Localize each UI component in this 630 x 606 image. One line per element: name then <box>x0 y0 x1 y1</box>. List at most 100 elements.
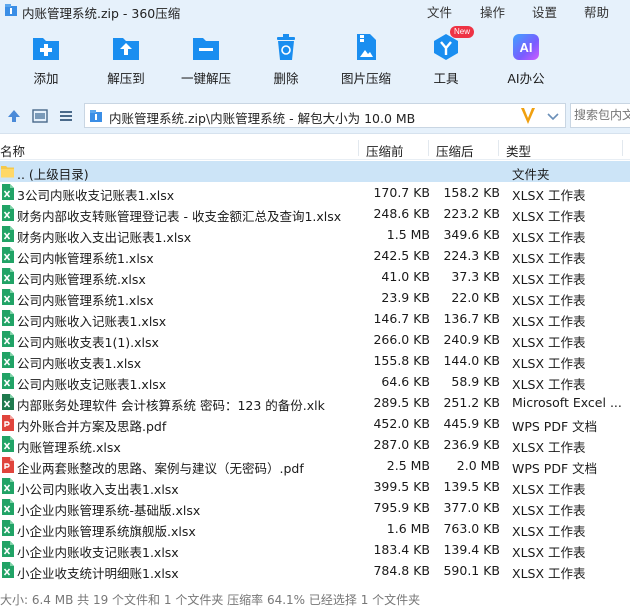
file-type: 文件夹 <box>512 167 550 182</box>
file-name: 3公司内账收支记账表1.xlsx <box>17 188 175 203</box>
file-row[interactable]: 小企业收支统计明细账1.xlsx 784.8 KB 590.1 KB XLSX 工作表 <box>0 560 630 581</box>
address-box[interactable]: 内账管理系统.zip\内账管理系统 - 解包大小为 10.0 MB <box>84 103 566 128</box>
compressed-size: 763.0 KB <box>443 521 500 536</box>
compressed-size: 37.3 KB <box>451 269 500 284</box>
file-row[interactable]: 公司内账收支表1.xlsx 155.8 KB 144.0 KB XLSX 工作表 <box>0 350 630 371</box>
file-name: .. (上级目录) <box>17 167 89 182</box>
tools-button[interactable]: New 工具 <box>410 26 482 92</box>
file-row[interactable]: 内部账务处理软件 会计核算系统 密码：123 的备份.xlk 289.5 KB 25… <box>0 392 630 413</box>
compressed-size: 22.0 KB <box>451 290 500 305</box>
original-size: 452.0 KB <box>373 416 430 431</box>
file-type: XLSX 工作表 <box>512 272 586 287</box>
file-name: 公司内账收入记账表1.xlsx <box>17 314 167 329</box>
xlsx-file-icon <box>2 268 14 284</box>
file-type: XLSX 工作表 <box>512 314 586 329</box>
file-row[interactable]: 公司内账收支记账表1.xlsx 64.6 KB 58.9 KB XLSX 工作表 <box>0 371 630 392</box>
add-icon <box>33 38 59 60</box>
file-name: 公司内账收支表1(1).xlsx <box>17 335 159 350</box>
file-type: XLSX 工作表 <box>512 503 586 518</box>
chevron-down-icon[interactable] <box>547 113 559 121</box>
file-name: 小企业收支统计明细账1.xlsx <box>17 566 179 581</box>
xlsx-file-icon <box>2 499 14 515</box>
image-compress-button[interactable]: 图片压缩 <box>330 32 402 92</box>
compressed-size: 240.9 KB <box>443 332 500 347</box>
column-name[interactable]: 名称 <box>0 141 25 160</box>
app-logo-icon <box>5 4 17 16</box>
file-row[interactable]: 财务内账收入支出记账表1.xlsx 1.5 MB 349.6 KB XLSX 工作表 <box>0 224 630 245</box>
file-row[interactable]: 公司内账管理系统1.xlsx 23.9 KB 22.0 KB XLSX 工作表 <box>0 287 630 308</box>
file-row[interactable]: 小企业内账管理系统旗舰版.xlsx 1.6 MB 763.0 KB XLSX 工作表 <box>0 518 630 539</box>
file-name: 公司内账收支表1.xlsx <box>17 356 142 371</box>
file-type: XLSX 工作表 <box>512 293 586 308</box>
file-row[interactable]: 内外账合并方案及思路.pdf 452.0 KB 445.9 KB WPS PDF 文档 <box>0 413 630 434</box>
compressed-size: 158.2 KB <box>443 185 500 200</box>
column-compressed-size[interactable]: 压缩后 <box>436 141 474 160</box>
original-size: 183.4 KB <box>373 542 430 557</box>
file-name: 内账管理系统.xlsx <box>17 440 121 455</box>
xlsx-file-icon <box>2 247 14 263</box>
file-name: 小公司内账收入支出表1.xlsx <box>17 482 179 497</box>
file-type: XLSX 工作表 <box>512 524 586 539</box>
column-original-size[interactable]: 压缩前 <box>366 141 404 160</box>
address-bar-row: 内账管理系统.zip\内账管理系统 - 解包大小为 10.0 MB <box>0 98 630 134</box>
one-click-extract-button[interactable]: 一键解压 <box>170 32 242 92</box>
column-type[interactable]: 类型 <box>506 141 531 160</box>
file-row[interactable]: 公司内账收入记账表1.xlsx 146.7 KB 136.7 KB XLSX 工作表 <box>0 308 630 329</box>
original-size: 287.0 KB <box>373 437 430 452</box>
extract-to-button[interactable]: 解压到 <box>90 32 162 92</box>
file-row[interactable]: 内账管理系统.xlsx 287.0 KB 236.9 KB XLSX 工作表 <box>0 434 630 455</box>
column-header: 名称 压缩前 压缩后 类型 <box>0 136 630 160</box>
file-name: 公司内账管理系统.xlsx <box>17 272 146 287</box>
search-box[interactable] <box>570 103 630 128</box>
file-row[interactable]: 财务内部收支转账管理登记表 - 收支金额汇总及查询1.xlsx 248.6 KB 2… <box>0 203 630 224</box>
original-size: 146.7 KB <box>373 311 430 326</box>
ai-office-button[interactable]: AI AI办公 <box>490 32 562 92</box>
file-row[interactable]: 公司内账管理系统.xlsx 41.0 KB 37.3 KB XLSX 工作表 <box>0 266 630 287</box>
column-divider[interactable] <box>622 140 623 156</box>
view-mode-icon[interactable] <box>32 108 48 124</box>
menu-operate[interactable]: 操作 <box>480 2 505 21</box>
compressed-size: 136.7 KB <box>443 311 500 326</box>
ai-office-icon: AI <box>513 34 539 60</box>
delete-button[interactable]: 删除 <box>250 32 322 92</box>
up-level-icon[interactable] <box>6 108 22 124</box>
image-compress-icon <box>357 34 376 60</box>
file-row[interactable]: 企业两套账整改的思路、案例与建议（无密码）.pdf 2.5 MB 2.0 MB WPS… <box>0 455 630 476</box>
menu-file[interactable]: 文件 <box>427 2 452 21</box>
file-row[interactable]: 公司内帐管理系统1.xlsx 242.5 KB 224.3 KB XLSX 工作表 <box>0 245 630 266</box>
compressed-size: 223.2 KB <box>443 206 500 221</box>
column-divider[interactable] <box>428 140 429 156</box>
file-name: 企业两套账整改的思路、案例与建议（无密码）.pdf <box>17 461 304 476</box>
file-type: XLSX 工作表 <box>512 230 586 245</box>
delete-icon <box>277 34 295 60</box>
file-type: XLSX 工作表 <box>512 377 586 392</box>
file-row[interactable]: 小企业内账管理系统-基础版.xlsx 795.9 KB 377.0 KB XLSX 工… <box>0 497 630 518</box>
menu-help[interactable]: 帮助 <box>584 2 609 21</box>
extract-to-icon <box>113 38 139 60</box>
file-name: 小企业内账管理系统旗舰版.xlsx <box>17 524 196 539</box>
file-row[interactable]: 公司内账收支表1(1).xlsx 266.0 KB 240.9 KB XLSX 工作表 <box>0 329 630 350</box>
column-divider[interactable] <box>498 140 499 156</box>
menu-settings[interactable]: 设置 <box>532 2 557 21</box>
parent-folder-row[interactable]: .. (上级目录) 文件夹 <box>0 161 630 182</box>
search-input[interactable] <box>574 108 630 122</box>
xlsx-file-icon <box>2 289 14 305</box>
file-row[interactable]: 小公司内账收入支出表1.xlsx 399.5 KB 139.5 KB XLSX 工作表 <box>0 476 630 497</box>
original-size: 23.9 KB <box>381 290 430 305</box>
xlsx-file-icon <box>2 478 14 494</box>
compressed-size: 139.4 KB <box>443 542 500 557</box>
v-logo-icon[interactable] <box>519 105 537 127</box>
compressed-size: 139.5 KB <box>443 479 500 494</box>
status-bar: 大小: 6.4 MB 共 19 个文件和 1 个文件夹 压缩率 64.1% 已经… <box>0 590 630 606</box>
pdf-file-icon <box>2 457 14 473</box>
list-view-icon[interactable] <box>58 108 74 124</box>
add-button[interactable]: 添加 <box>10 32 82 92</box>
original-size: 155.8 KB <box>373 353 430 368</box>
xlk-file-icon <box>2 394 14 410</box>
column-divider[interactable] <box>358 140 359 156</box>
file-row[interactable]: 小企业内账收支记账表1.xlsx 183.4 KB 139.4 KB XLSX 工作表 <box>0 539 630 560</box>
file-row[interactable]: 3公司内账收支记账表1.xlsx 170.7 KB 158.2 KB XLSX 工作表 <box>0 182 630 203</box>
file-name: 公司内账收支记账表1.xlsx <box>17 377 167 392</box>
file-type: WPS PDF 文档 <box>512 419 598 434</box>
original-size: 242.5 KB <box>373 248 430 263</box>
